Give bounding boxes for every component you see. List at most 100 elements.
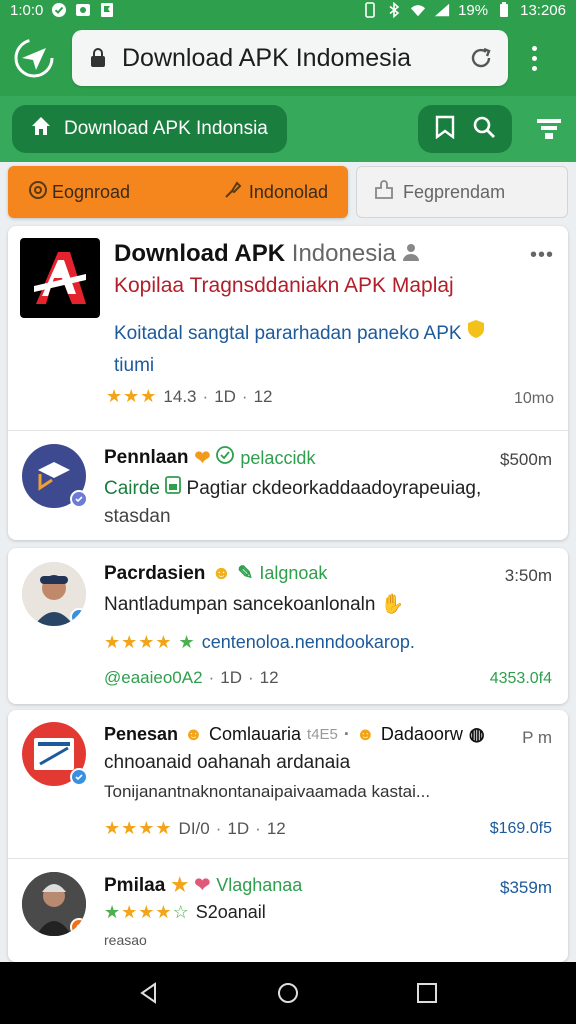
puzzle-icon: [373, 179, 395, 206]
featured-title-bold: Download APK: [114, 240, 286, 267]
featured-title-light: Indonesia: [291, 240, 396, 267]
at-icon: [28, 180, 48, 205]
status-time-left: 1:0:0: [10, 1, 44, 19]
meta-b: 12: [259, 668, 279, 687]
featured-title: Download APK Indonesia: [114, 240, 423, 268]
bluetooth-icon: [386, 2, 402, 18]
item-line-2: stasdan: [104, 506, 171, 527]
meta-a: 1D: [227, 818, 250, 838]
meta-separator: ·: [241, 386, 248, 406]
meta-separator: ·: [343, 724, 350, 744]
item-tag: pelaccidk: [240, 447, 316, 468]
browser-toolbar: Download APK Indomesia: [0, 20, 576, 96]
check-circle-icon: [51, 2, 67, 18]
edit-icon: ✎: [237, 563, 254, 584]
meta-separator: ·: [215, 818, 222, 838]
item-line-prefix: Cairde: [104, 478, 160, 499]
verified-badge-icon: [70, 918, 86, 936]
list-card[interactable]: Pacrdasien ☻ ✎ Ialgnoak 3:50m Nantladump…: [8, 548, 568, 704]
item-meta: ★★★★ DI/0 · 1D · 12: [104, 818, 286, 839]
item-extra: t4E5: [307, 726, 338, 743]
meta-b: 12: [266, 818, 286, 838]
item-rating-row: ★★★★ ★ centenoloa.nenndookarop.: [104, 632, 415, 653]
item-name-row: Pmilaa ★ ❤ Vlaghanaa: [104, 874, 302, 897]
rating-stars: ★★★: [106, 386, 158, 406]
item-time: $500m: [500, 450, 552, 469]
status-bar: 1:0:0 19% 13:206: [0, 0, 576, 20]
browser-logo-icon[interactable]: [10, 34, 58, 82]
featured-description-text: Koitadal sangtal pararhadan paneko APK: [114, 323, 462, 344]
item-rating-row: ★★★★☆ S2oanail: [104, 902, 266, 923]
item-user[interactable]: @eaaieo0A2: [104, 668, 203, 688]
item-amount: 4353.0f4: [489, 670, 552, 687]
meta-separator: ·: [247, 668, 254, 687]
list-card[interactable]: Penesan ☻ Comlauaria t4E5 · ☻ Dadaoorw ◍…: [8, 710, 568, 962]
tab-label-left: Eognroad: [52, 181, 131, 202]
wifi-icon: [410, 2, 426, 18]
reload-icon[interactable]: [468, 45, 494, 71]
meta-b: 12: [253, 386, 273, 406]
item-line-text: S2oanail: [195, 902, 266, 922]
item-name-row: Pacrdasien ☻ ✎ Ialgnoak: [104, 562, 327, 585]
more-options-icon[interactable]: •••: [530, 244, 554, 267]
signal-icon: [434, 2, 450, 18]
vibrate-icon: [362, 2, 378, 18]
meta-separator: ·: [255, 818, 261, 838]
item-name: Pmilaa: [104, 874, 166, 896]
home-nav-icon[interactable]: [268, 973, 308, 1013]
globe-icon: ◍: [468, 724, 485, 744]
item-name-row: Penesan ☻ Comlauaria t4E5 · ☻ Dadaoorw ◍: [104, 724, 485, 745]
item-line: Nantladumpan sancekoanlonaln ✋: [104, 592, 404, 616]
header-tools: [418, 105, 512, 153]
star-icon: ★: [171, 875, 189, 896]
recents-icon[interactable]: [407, 973, 447, 1013]
shield-icon: [467, 320, 485, 344]
heart-icon: ❤: [194, 875, 211, 896]
url-field[interactable]: Download APK Indomesia: [72, 30, 508, 86]
featured-meta: ★★★ 14.3 · 1D · 12: [106, 386, 273, 407]
rating-stars: ★★★★☆: [104, 902, 190, 922]
tab-bar: Eognroad Indonolad Fegprendam: [8, 166, 568, 218]
featured-subtitle: Kopilaa Tragnsddaniakn APK Maplaj: [114, 274, 454, 297]
item-tag: Vlaghanaa: [216, 875, 303, 895]
list-item[interactable]: Pmilaa ★ ❤ Vlaghanaa $359m ★★★★☆ S2oanai…: [8, 858, 568, 962]
list-item[interactable]: Penesan ☻ Comlauaria t4E5 · ☻ Dadaoorw ◍…: [8, 710, 568, 858]
app-header: Download APK Indonsia: [0, 96, 576, 162]
item-tag: Ialgnoak: [259, 563, 328, 583]
status-time-right: 13:206: [520, 1, 566, 19]
person-icon: [402, 240, 423, 267]
item-line-2: Tonijanantnaknontanaipaivaamada kastai..…: [104, 782, 431, 801]
avatar: [22, 872, 86, 936]
verified-badge-icon: [70, 490, 88, 508]
check-icon: [216, 446, 235, 470]
item-name-row: Pennlaan ❤ pelaccidk: [104, 446, 315, 470]
rating-stars: ★★★★ ★: [104, 632, 196, 652]
tab-active[interactable]: Eognroad Indonolad: [8, 166, 348, 218]
list-item[interactable]: Pennlaan ❤ pelaccidk $500m Cairde Pagtia…: [8, 430, 568, 540]
smile-icon: ☻: [355, 724, 375, 744]
doc-icon: [165, 476, 186, 499]
lock-icon: [90, 48, 106, 68]
overflow-menu-icon[interactable]: [522, 38, 546, 78]
featured-card[interactable]: Download APK Indonesia ••• Kopilaa Tragn…: [8, 226, 568, 540]
url-text[interactable]: Download APK Indomesia: [122, 44, 468, 73]
tab-inactive[interactable]: Fegprendam: [356, 166, 568, 218]
item-name: Pacrdasien: [104, 562, 206, 584]
smile-icon: ☻: [211, 562, 232, 584]
item-line: Cairde Pagtiar ckdeorkaddaadoyrapeuiag,: [104, 476, 481, 500]
rating-stars: ★★★★: [104, 818, 173, 838]
pin-icon: [223, 180, 243, 205]
flag-icon: [99, 2, 115, 18]
item-link[interactable]: centenoloa.nenndookarop.: [202, 632, 415, 653]
back-icon[interactable]: [129, 973, 169, 1013]
search-icon[interactable]: [472, 115, 496, 144]
verified-badge-icon: [70, 608, 86, 626]
item-line-text: Pagtiar ckdeorkaddaadoyrapeuiag,: [186, 478, 482, 499]
meta-a: 1D: [214, 386, 236, 406]
home-button[interactable]: Download APK Indonsia: [12, 105, 287, 153]
bookmark-icon[interactable]: [434, 115, 456, 144]
filter-icon[interactable]: [534, 114, 564, 144]
heart-icon: ❤: [194, 447, 211, 469]
item-name: Penesan: [104, 724, 179, 744]
item-time: $359m: [500, 878, 552, 897]
